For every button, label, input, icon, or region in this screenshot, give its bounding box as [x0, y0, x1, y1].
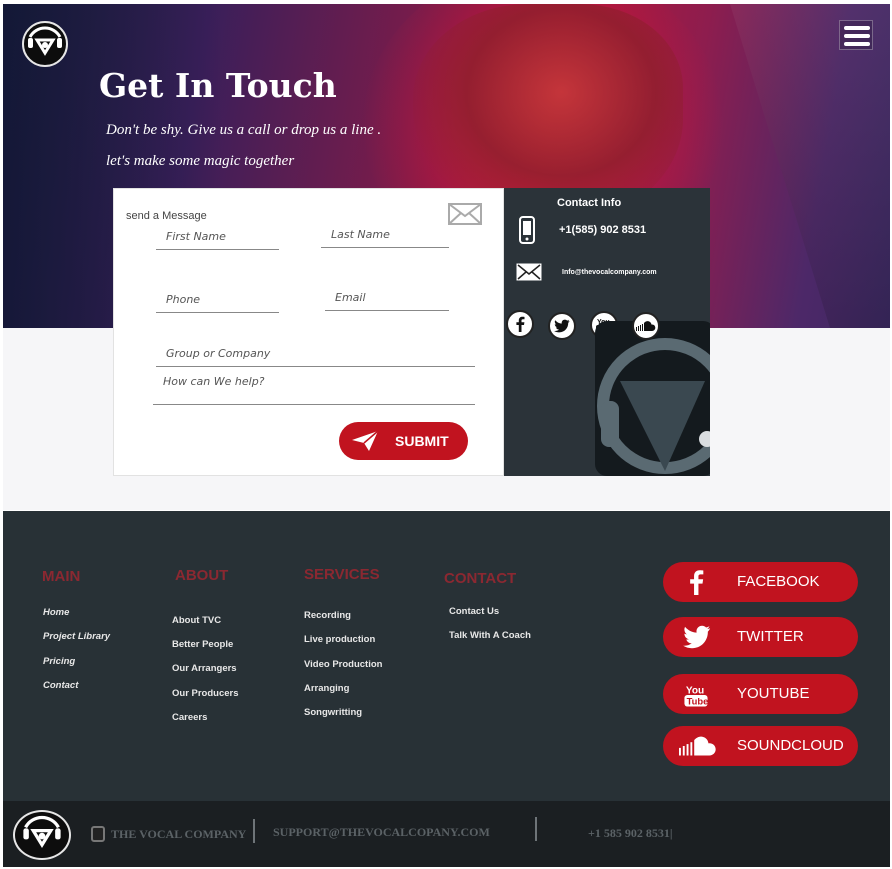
soundcloud-button-label: SOUNDCLOUD [737, 737, 844, 754]
twitter-button-label: TWITTER [737, 628, 804, 645]
footer-link-recording[interactable]: Recording [304, 610, 351, 621]
hamburger-menu-button[interactable] [839, 20, 873, 50]
mail-icon [516, 263, 542, 286]
svg-text:Tube: Tube [687, 696, 709, 706]
facebook-icon [690, 570, 704, 595]
envelope-icon [448, 203, 482, 230]
bottom-bar: THE VOCAL COMPANY SUPPORT@THEVOCALCOPANY… [3, 801, 890, 867]
footer-link-our-producers[interactable]: Our Producers [172, 688, 239, 699]
submit-button[interactable]: SUBMIT [339, 422, 468, 460]
contact-info-title: Contact Info [557, 197, 622, 209]
footer-divider [253, 819, 255, 843]
youtube-button[interactable]: You Tube YOUTUBE [663, 674, 858, 714]
contact-form: send a Message First Name Last Name Phon… [113, 188, 504, 476]
footer-company-name: THE VOCAL COMPANY [111, 827, 247, 841]
hamburger-bar [844, 42, 870, 46]
page-title: Get In Touch [99, 66, 337, 105]
youtube-button-label: YOUTUBE [737, 685, 810, 702]
footer-logo[interactable] [13, 810, 71, 860]
twitter-button[interactable]: TWITTER [663, 617, 858, 657]
message-textarea[interactable]: How can We help? [153, 369, 475, 405]
hamburger-bar [844, 34, 870, 38]
phone-icon [519, 216, 535, 249]
footer-link-contact-us[interactable]: Contact Us [449, 606, 499, 617]
footer-link-about-tvc[interactable]: About TVC [172, 615, 221, 626]
soundcloud-icon[interactable] [632, 312, 660, 340]
site-logo[interactable] [22, 21, 68, 67]
footer-divider [535, 817, 537, 841]
footer-link-home[interactable]: Home [43, 607, 69, 618]
footer-link-careers[interactable]: Careers [172, 712, 207, 723]
company-mark-icon [91, 826, 105, 842]
footer-link-better-people[interactable]: Better People [172, 639, 233, 650]
facebook-button-label: FACEBOOK [737, 573, 820, 590]
facebook-icon[interactable] [506, 310, 534, 338]
footer-support-email[interactable]: SUPPORT@THEVOCALCOPANY.COM [273, 825, 490, 840]
contact-phone[interactable]: +1(585) 902 8531 [559, 224, 646, 236]
footer-link-talk-with-a-coach[interactable]: Talk With A Coach [449, 630, 531, 641]
youtube-icon: YouTube [684, 686, 709, 707]
twitter-icon [683, 625, 711, 649]
footer-main-title: MAIN [42, 568, 81, 585]
footer-link-video-production[interactable]: Video Production [304, 659, 382, 670]
first-name-field[interactable]: First Name [156, 224, 279, 250]
svg-text:You: You [686, 686, 704, 697]
last-name-field[interactable]: Last Name [321, 222, 449, 248]
hero-subtitle-line1: Don't be shy. Give us a call or drop us … [106, 122, 382, 138]
email-field[interactable]: Email [325, 271, 449, 311]
footer-link-pricing[interactable]: Pricing [43, 656, 75, 667]
watermark-logo [595, 321, 710, 476]
logo-icon [23, 815, 61, 848]
submit-label: SUBMIT [395, 433, 449, 449]
logo-icon [28, 26, 62, 56]
site-footer: MAIN Home Project Library Pricing Contac… [3, 511, 890, 801]
hero-light-beam [730, 4, 890, 328]
footer-link-our-arrangers[interactable]: Our Arrangers [172, 663, 237, 674]
phone-field[interactable]: Phone [156, 269, 279, 313]
contact-email[interactable]: Info@thevocalcompany.com [562, 269, 657, 276]
facebook-button[interactable]: FACEBOOK [663, 562, 858, 602]
footer-link-songwritting[interactable]: Songwritting [304, 707, 362, 718]
send-icon [352, 430, 379, 451]
company-field[interactable]: Group or Company [156, 330, 475, 367]
twitter-icon[interactable] [548, 312, 576, 340]
footer-link-contact[interactable]: Contact [43, 680, 78, 691]
soundcloud-button[interactable]: SOUNDCLOUD [663, 726, 858, 766]
footer-about-title: ABOUT [175, 567, 229, 584]
form-heading: send a Message [126, 210, 207, 222]
hero-subtitle-line2: let's make some magic together [106, 153, 295, 169]
footer-link-live-production[interactable]: Live production [304, 634, 375, 645]
contact-info-panel: Contact Info +1(585) 902 8531 Info@thevo… [504, 188, 710, 476]
footer-phone[interactable]: +1 585 902 8531| [588, 826, 672, 841]
hamburger-bar [844, 26, 870, 30]
footer-link-arranging[interactable]: Arranging [304, 683, 349, 694]
footer-contact-title: CONTACT [444, 570, 517, 587]
footer-link-project-library[interactable]: Project Library [43, 631, 110, 642]
soundcloud-icon [679, 736, 716, 756]
footer-services-title: SERVICES [304, 566, 380, 583]
